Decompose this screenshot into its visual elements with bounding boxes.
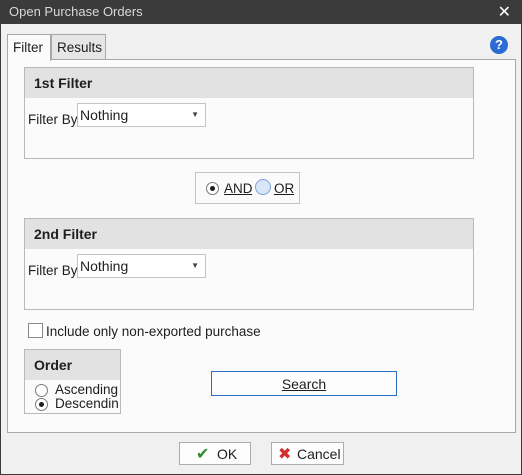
second-filter-by-dropdown[interactable]: Nothing ▼ xyxy=(77,254,206,278)
cancel-button[interactable]: ✖ Cancel xyxy=(271,442,344,465)
dialog-window: Open Purchase Orders ✕ Filter Results ? … xyxy=(0,0,522,475)
filter-tab-panel: 1st Filter Filter By Nothing ▼ AND OR 2n… xyxy=(7,59,516,433)
order-group: Order Ascending Descending xyxy=(24,349,121,414)
tab-results[interactable]: Results xyxy=(51,34,106,60)
and-label: AND xyxy=(224,181,252,196)
chevron-down-icon: ▼ xyxy=(191,261,199,270)
order-heading: Order xyxy=(25,350,120,380)
logic-operator-group: AND OR xyxy=(195,172,300,204)
cancel-label: Cancel xyxy=(297,446,341,462)
ascending-label: Ascending xyxy=(55,382,118,397)
first-filter-by-value: Nothing xyxy=(80,107,129,123)
descending-label: Descending xyxy=(55,396,118,411)
window-title: Open Purchase Orders xyxy=(9,4,143,19)
chevron-down-icon: ▼ xyxy=(191,110,199,119)
help-icon[interactable]: ? xyxy=(490,36,508,54)
and-radio[interactable] xyxy=(206,182,219,195)
second-filter-group: 2nd Filter Filter By Nothing ▼ xyxy=(24,218,474,310)
or-radio[interactable] xyxy=(255,179,271,195)
search-button[interactable]: Search xyxy=(211,371,397,396)
first-filter-group: 1st Filter Filter By Nothing ▼ xyxy=(24,67,474,159)
x-icon: ✖ xyxy=(278,446,292,463)
first-filter-by-label: Filter By xyxy=(28,112,78,127)
ascending-radio[interactable] xyxy=(35,384,48,397)
first-filter-by-dropdown[interactable]: Nothing ▼ xyxy=(77,103,206,127)
non-exported-checkbox[interactable] xyxy=(28,323,43,338)
check-icon: ✔ xyxy=(196,446,210,463)
title-bar: Open Purchase Orders ✕ xyxy=(1,1,521,24)
second-filter-heading: 2nd Filter xyxy=(25,219,473,249)
ok-button[interactable]: ✔ OK xyxy=(179,442,251,465)
non-exported-label: Include only non-exported purchase xyxy=(46,324,261,339)
second-filter-by-value: Nothing xyxy=(80,258,129,274)
or-label: OR xyxy=(274,181,295,196)
tab-filter[interactable]: Filter xyxy=(7,34,51,61)
second-filter-by-label: Filter By xyxy=(28,263,78,278)
ok-label: OK xyxy=(217,446,238,462)
descending-radio[interactable] xyxy=(35,398,48,411)
first-filter-heading: 1st Filter xyxy=(25,68,473,98)
search-label: Search xyxy=(281,376,327,392)
close-icon[interactable]: ✕ xyxy=(498,2,511,22)
